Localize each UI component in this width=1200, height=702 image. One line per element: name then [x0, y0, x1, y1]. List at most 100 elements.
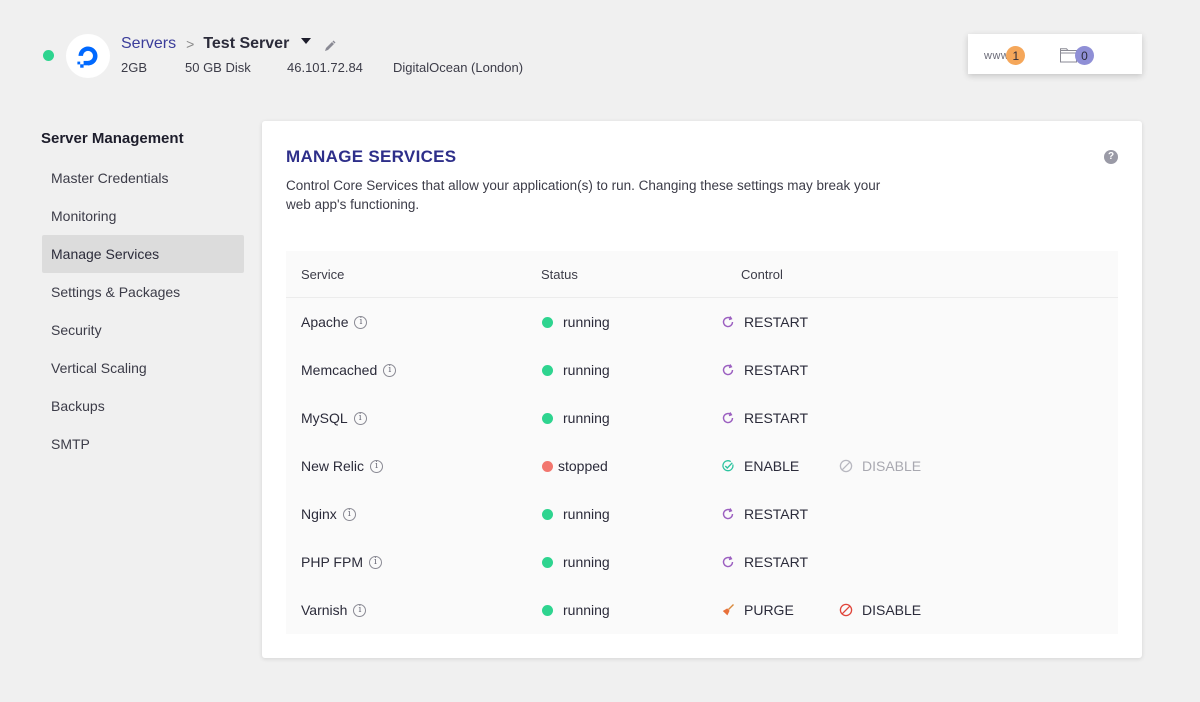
page-title: MANAGE SERVICES [286, 147, 457, 166]
caret-down-icon[interactable] [301, 38, 312, 44]
ban-icon [839, 459, 853, 473]
restart-label: RESTART [744, 410, 809, 426]
sidebar-item-backups[interactable]: Backups [42, 387, 244, 425]
sidebar-item-manage-services[interactable]: Manage Services [42, 235, 244, 273]
digitalocean-logo [66, 34, 110, 78]
info-icon[interactable]: i [353, 411, 367, 425]
page-description: Control Core Services that allow your ap… [286, 178, 881, 212]
restart-icon [722, 508, 734, 520]
restart-button[interactable]: RESTART [721, 394, 808, 442]
status-cell: running [542, 394, 610, 442]
info-icon[interactable]: i [354, 315, 368, 329]
manage-services-card: MANAGE SERVICES ? Control Core Services … [262, 121, 1142, 658]
column-header-status: Status [541, 267, 578, 282]
status-cell: running [542, 298, 610, 346]
table-row: MySQL i running RESTART [286, 394, 1118, 442]
status-text: running [563, 554, 610, 570]
server-summary-box: www 1 0 [968, 34, 1142, 74]
restart-button[interactable]: RESTART [721, 490, 808, 538]
status-cell: stopped [542, 442, 608, 490]
server-ip: 46.101.72.84 [287, 60, 363, 75]
sidebar-item-security[interactable]: Security [42, 311, 244, 349]
service-cell: Nginx i [301, 490, 356, 538]
restart-icon [722, 364, 734, 376]
service-name: New Relic [301, 458, 365, 474]
purge-label: PURGE [744, 602, 794, 618]
disable-label: DISABLE [862, 602, 922, 618]
breadcrumb-servers-link[interactable]: Servers [121, 35, 176, 53]
broom-icon [722, 604, 734, 616]
status-dot-running [542, 556, 553, 568]
status-text: stopped [558, 458, 608, 474]
service-name: Memcached [301, 362, 378, 378]
sidebar-item-monitoring[interactable]: Monitoring [42, 197, 244, 235]
info-icon[interactable]: i [368, 555, 382, 569]
server-ram: 2GB [121, 60, 148, 75]
info-icon[interactable]: i [342, 507, 356, 521]
service-cell: Apache i [301, 298, 368, 346]
table-header: Service Status Control [286, 251, 1118, 298]
pencil-icon[interactable] [323, 39, 337, 53]
sidebar-item-settings-packages[interactable]: Settings & Packages [42, 273, 244, 311]
disable-button[interactable]: DISABLE [839, 442, 921, 490]
service-name: Apache [301, 314, 349, 330]
disable-button[interactable]: DISABLE [839, 586, 921, 634]
table-row: Memcached i running RESTART [286, 346, 1118, 394]
status-dot-stopped [542, 460, 553, 472]
enable-label: ENABLE [744, 458, 800, 474]
status-text: running [563, 506, 610, 522]
server-status-dot [43, 50, 54, 61]
service-cell: MySQL i [301, 394, 367, 442]
chevron-right-icon: > [186, 36, 195, 52]
status-cell: running [542, 490, 610, 538]
ban-icon [839, 603, 853, 617]
status-text: running [563, 362, 610, 378]
status-text: running [563, 410, 610, 426]
help-icon[interactable]: ? [1104, 150, 1118, 164]
restart-button[interactable]: RESTART [721, 346, 808, 394]
table-row: Apache i running RESTART [286, 298, 1118, 346]
server-meta: 2GB 50 GB Disk 46.101.72.84 DigitalOcean… [121, 60, 523, 75]
service-cell: Varnish i [301, 586, 367, 634]
restart-button[interactable]: RESTART [721, 298, 808, 346]
table-row: Varnish i running PURGE DISABLE [286, 586, 1118, 634]
server-provider: DigitalOcean (London) [393, 60, 524, 75]
status-dot-running [542, 604, 553, 616]
restart-label: RESTART [744, 554, 809, 570]
sidebar-item-vertical-scaling[interactable]: Vertical Scaling [42, 349, 244, 387]
info-icon[interactable]: i [353, 603, 367, 617]
status-dot-running [542, 364, 553, 376]
disable-label: DISABLE [862, 458, 922, 474]
restart-label: RESTART [744, 506, 809, 522]
status-dot-running [542, 412, 553, 424]
status-cell: running [542, 586, 610, 634]
column-header-control: Control [741, 267, 783, 282]
apps-count-badge: 1 [1006, 46, 1026, 65]
info-icon[interactable]: i [383, 363, 397, 377]
apps-count-button[interactable]: www 1 [984, 46, 1026, 65]
enable-button[interactable]: ENABLE [721, 442, 799, 490]
service-cell: Memcached i [301, 346, 397, 394]
status-text: running [563, 314, 610, 330]
purge-button[interactable]: PURGE [721, 586, 794, 634]
status-dot-running [542, 508, 553, 520]
status-dot-running [542, 316, 553, 328]
check-circle-icon [722, 460, 734, 472]
restart-button[interactable]: RESTART [721, 538, 808, 586]
info-icon[interactable]: i [370, 459, 384, 473]
server-disk: 50 GB Disk [185, 60, 251, 75]
column-header-service: Service [301, 267, 345, 282]
status-cell: running [542, 346, 610, 394]
restart-label: RESTART [744, 362, 809, 378]
restart-icon [722, 316, 734, 328]
folders-count-button[interactable]: 0 [1060, 46, 1094, 65]
service-name: PHP FPM [301, 554, 363, 570]
folders-count-badge: 0 [1075, 46, 1094, 65]
sidebar-item-master-credentials[interactable]: Master Credentials [42, 159, 244, 197]
sidebar-item-smtp[interactable]: SMTP [42, 425, 244, 463]
restart-icon [722, 556, 734, 568]
table-row: New Relic i stopped ENABLE DISABLE [286, 442, 1118, 490]
restart-icon [722, 412, 734, 424]
status-text: running [563, 602, 610, 618]
sidebar-nav: Master Credentials Monitoring Manage Ser… [42, 159, 244, 463]
